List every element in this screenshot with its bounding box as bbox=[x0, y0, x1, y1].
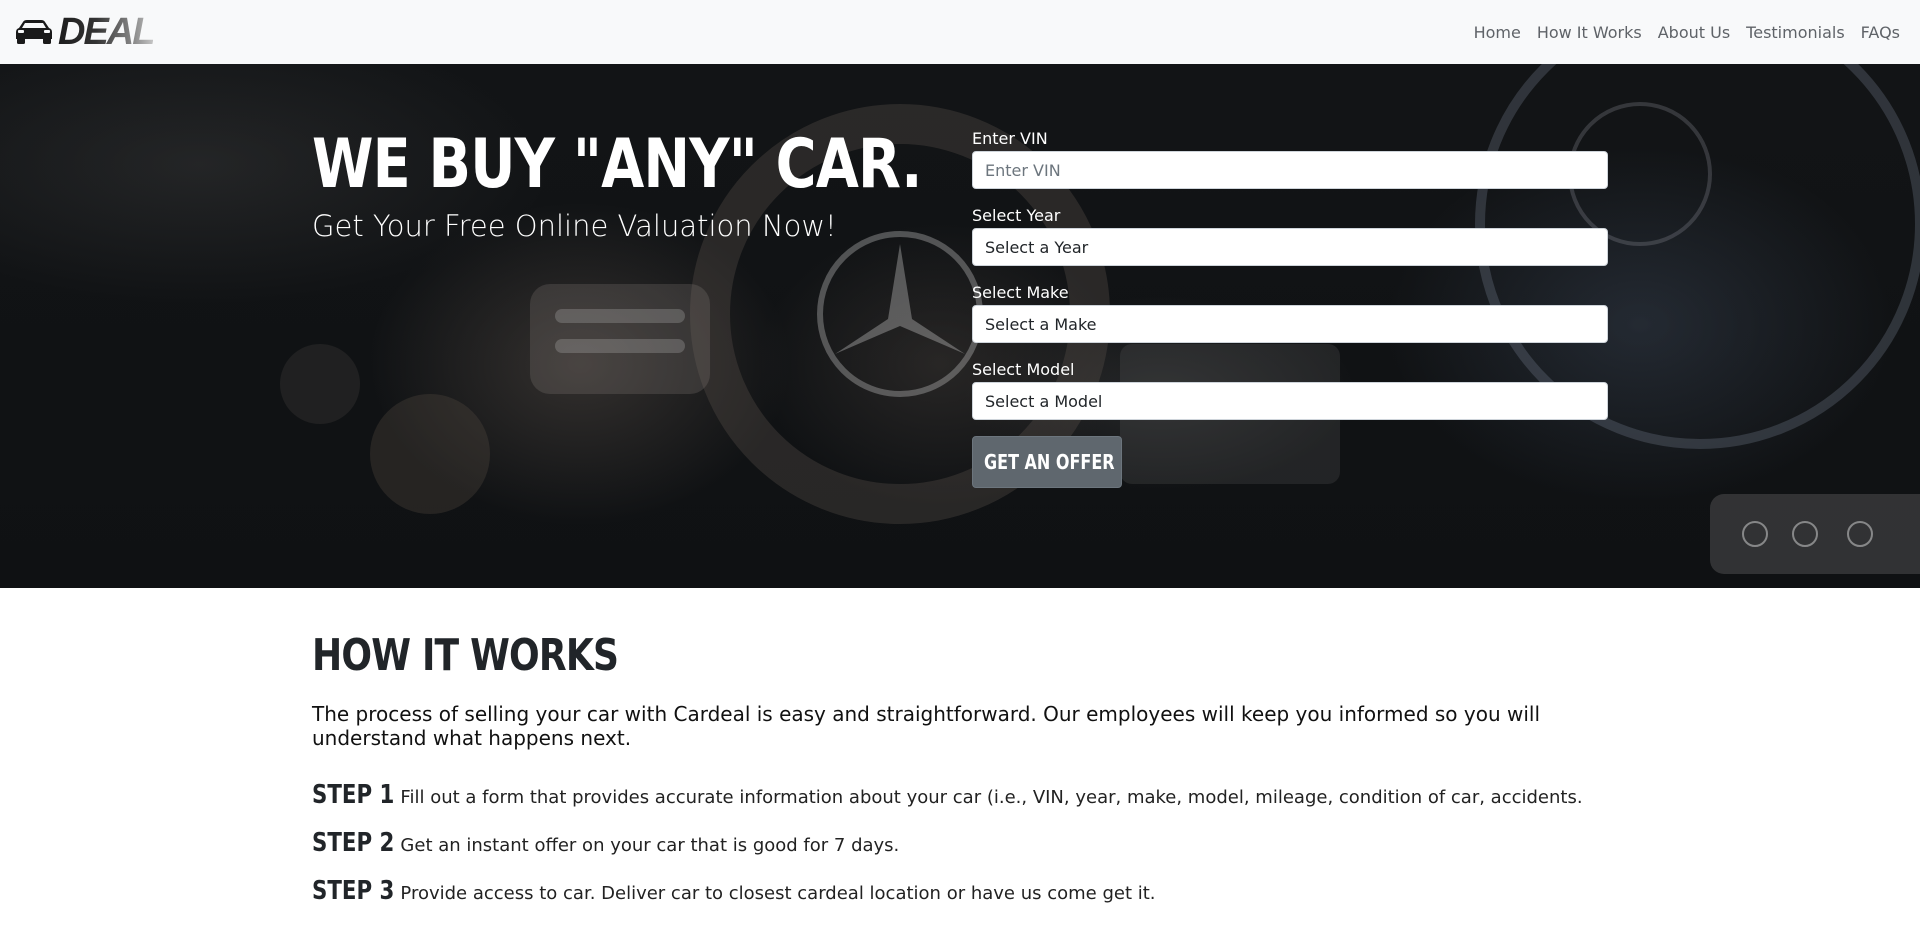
step-1: STEP 1 Fill out a form that provides acc… bbox=[312, 780, 1612, 810]
navbar: DEAL Home How It Works About Us Testimon… bbox=[0, 0, 1920, 64]
hero-section: WE BUY "ANY" CAR. Get Your Free Online V… bbox=[0, 64, 1920, 588]
how-it-works-title: HOW IT WORKS bbox=[312, 630, 619, 681]
nav-link-testimonials[interactable]: Testimonials bbox=[1738, 23, 1853, 42]
model-group: Select Model Select a Model bbox=[972, 361, 1608, 420]
make-group: Select Make Select a Make bbox=[972, 284, 1608, 343]
step-3: STEP 3 Provide access to car. Deliver ca… bbox=[312, 876, 1612, 906]
valuation-form: Enter VIN Enter VIN Select Year Select a… bbox=[972, 130, 1608, 488]
step-1-text: Fill out a form that provides accurate i… bbox=[400, 787, 1583, 809]
model-select[interactable]: Select a Model bbox=[972, 382, 1608, 420]
car-icon bbox=[16, 20, 52, 44]
step-3-label: STEP 3 bbox=[312, 876, 395, 907]
make-select[interactable]: Select a Make bbox=[972, 305, 1608, 343]
year-select[interactable]: Select a Year bbox=[972, 228, 1608, 266]
nav-link-faqs[interactable]: FAQs bbox=[1853, 23, 1908, 42]
step-3-text: Provide access to car. Deliver car to cl… bbox=[400, 883, 1156, 905]
step-2: STEP 2 Get an instant offer on your car … bbox=[312, 828, 1612, 858]
how-it-works-intro: The process of selling your car with Car… bbox=[312, 702, 1541, 751]
vin-group: Enter VIN Enter VIN bbox=[972, 130, 1608, 189]
brand-logo[interactable]: DEAL bbox=[12, 11, 155, 53]
vin-input[interactable]: Enter VIN bbox=[972, 151, 1608, 189]
step-2-text: Get an instant offer on your car that is… bbox=[400, 835, 900, 857]
make-label: Select Make bbox=[972, 283, 1069, 302]
nav-links: Home How It Works About Us Testimonials … bbox=[1466, 23, 1908, 42]
model-label: Select Model bbox=[972, 360, 1075, 379]
hero-subtitle: Get Your Free Online Valuation Now! bbox=[312, 208, 837, 243]
brand-name: DEAL bbox=[58, 11, 155, 53]
nav-link-about-us[interactable]: About Us bbox=[1650, 23, 1738, 42]
hero-heading-block: WE BUY "ANY" CAR. Get Your Free Online V… bbox=[312, 125, 1055, 243]
year-label: Select Year bbox=[972, 206, 1061, 225]
hero-title: WE BUY "ANY" CAR. bbox=[312, 125, 922, 204]
how-it-works-section: HOW IT WORKS The process of selling your… bbox=[312, 630, 1612, 906]
step-1-label: STEP 1 bbox=[312, 780, 395, 811]
nav-link-home[interactable]: Home bbox=[1466, 23, 1529, 42]
nav-link-how-it-works[interactable]: How It Works bbox=[1529, 23, 1650, 42]
year-group: Select Year Select a Year bbox=[972, 207, 1608, 266]
step-2-label: STEP 2 bbox=[312, 828, 395, 859]
get-offer-button[interactable]: GET AN OFFER bbox=[972, 436, 1122, 488]
vin-label: Enter VIN bbox=[972, 129, 1048, 148]
get-offer-label: GET AN OFFER bbox=[984, 450, 1115, 474]
